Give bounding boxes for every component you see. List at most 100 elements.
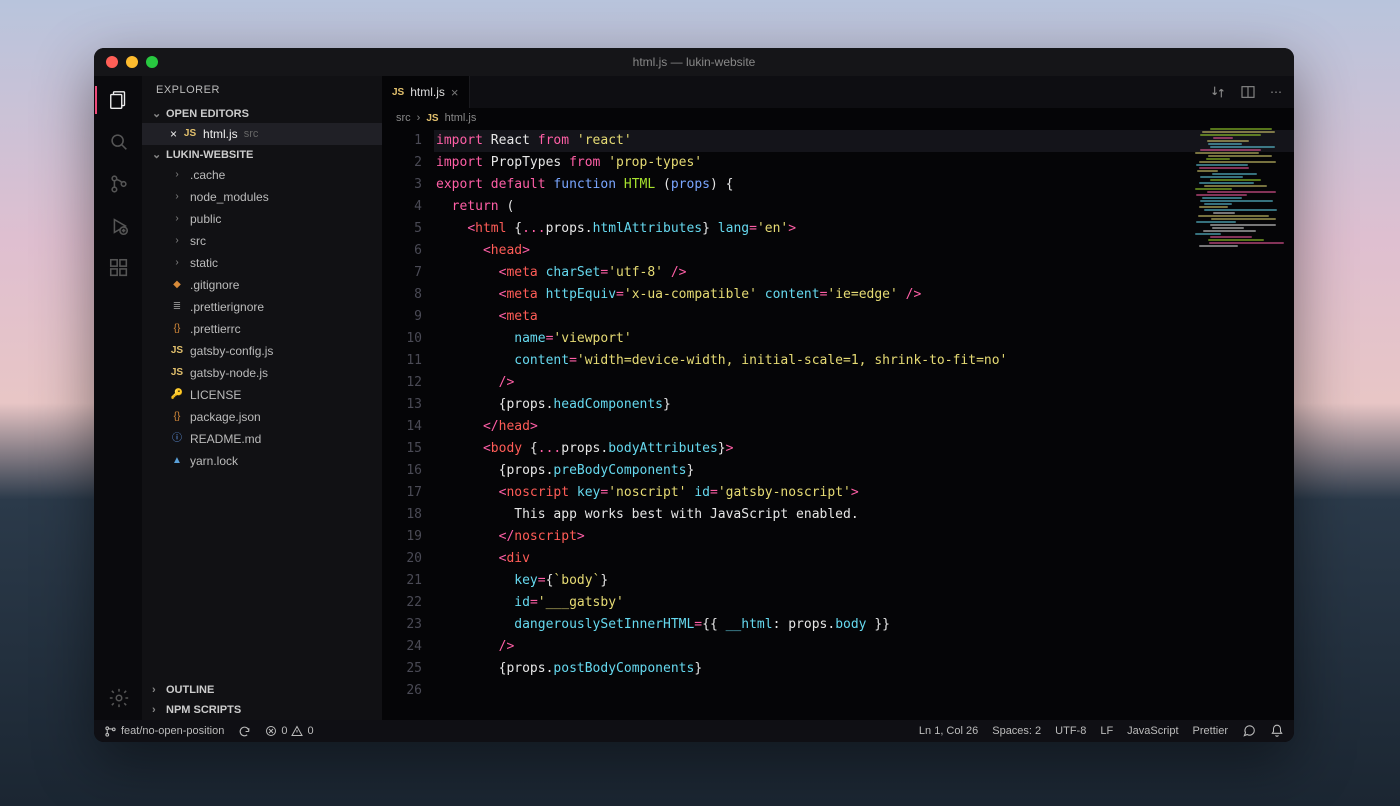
project-header[interactable]: ⌄ LUKIN-WEBSITE	[142, 145, 382, 164]
indentation-status[interactable]: Spaces: 2	[992, 725, 1041, 737]
open-editor-item[interactable]: × JS html.js src	[142, 123, 382, 145]
close-window-button[interactable]	[106, 56, 118, 68]
settings-gear-icon[interactable]	[107, 686, 131, 710]
window-controls	[94, 56, 158, 68]
file-type-icon: ≣	[170, 298, 184, 316]
folder-item[interactable]: › src	[142, 230, 382, 252]
chevron-down-icon: ⌄	[152, 148, 162, 161]
project-label: LUKIN-WEBSITE	[166, 149, 253, 161]
error-count: 0	[281, 725, 287, 737]
zoom-window-button[interactable]	[146, 56, 158, 68]
file-item[interactable]: {} package.json	[142, 406, 382, 428]
file-name: gatsby-config.js	[190, 342, 273, 360]
extensions-icon[interactable]	[107, 256, 131, 280]
tab-label: html.js	[410, 85, 445, 99]
file-item[interactable]: ◆ .gitignore	[142, 274, 382, 296]
search-icon[interactable]	[107, 130, 131, 154]
file-name: static	[190, 254, 218, 272]
line-gutter: 1234567891011121314151617181920212223242…	[382, 128, 434, 720]
close-tab-icon[interactable]: ×	[451, 85, 459, 100]
file-type-icon: ▲	[170, 452, 184, 470]
chevron-right-icon: ›	[170, 232, 184, 250]
branch-name: feat/no-open-position	[121, 725, 224, 737]
open-editors-label: OPEN EDITORS	[166, 108, 249, 120]
language-mode[interactable]: JavaScript	[1127, 725, 1178, 737]
code-content[interactable]: import React from 'react'import PropType…	[434, 128, 1294, 720]
npm-scripts-header[interactable]: › NPM SCRIPTS	[142, 700, 382, 720]
file-name: .gitignore	[190, 276, 239, 294]
tab-bar: JS html.js × ⋯	[382, 76, 1294, 108]
breadcrumb[interactable]: src › JS html.js	[382, 108, 1294, 128]
source-control-icon[interactable]	[107, 172, 131, 196]
folder-item[interactable]: › node_modules	[142, 186, 382, 208]
chevron-right-icon: ›	[152, 684, 162, 696]
file-name: .prettierrc	[190, 320, 241, 338]
file-name: gatsby-node.js	[190, 364, 268, 382]
js-file-icon: JS	[392, 87, 404, 98]
file-type-icon: 🔑	[170, 386, 184, 404]
chevron-right-icon: ›	[170, 210, 184, 228]
compare-changes-icon[interactable]	[1210, 84, 1226, 100]
formatter-status[interactable]: Prettier	[1193, 725, 1228, 737]
editor-area: JS html.js × ⋯ src › JS htm	[382, 76, 1294, 720]
crumb-file[interactable]: html.js	[445, 112, 477, 124]
file-item[interactable]: 🔑 LICENSE	[142, 384, 382, 406]
file-item[interactable]: JS gatsby-config.js	[142, 340, 382, 362]
warning-count: 0	[307, 725, 313, 737]
status-bar: feat/no-open-position 0 0 Ln 1, Col 26 S…	[94, 720, 1294, 742]
sidebar-title: EXPLORER	[142, 76, 382, 104]
crumb-src[interactable]: src	[396, 112, 411, 124]
file-item[interactable]: {} .prettierrc	[142, 318, 382, 340]
file-type-icon: JS	[170, 342, 184, 360]
file-name: public	[190, 210, 221, 228]
file-type-icon: {}	[170, 320, 184, 338]
js-file-icon: JS	[426, 113, 438, 124]
editor-actions: ⋯	[1210, 76, 1294, 108]
activity-bar	[94, 76, 142, 720]
file-item[interactable]: ⓘREADME.md	[142, 428, 382, 450]
file-name: yarn.lock	[190, 452, 238, 470]
debug-icon[interactable]	[107, 214, 131, 238]
encoding-status[interactable]: UTF-8	[1055, 725, 1086, 737]
file-name: .cache	[190, 166, 225, 184]
chevron-right-icon: ›	[170, 254, 184, 272]
outline-header[interactable]: › OUTLINE	[142, 680, 382, 700]
chevron-right-icon: ›	[152, 704, 162, 716]
problems-status[interactable]: 0 0	[265, 725, 313, 737]
minimize-window-button[interactable]	[126, 56, 138, 68]
file-name: package.json	[190, 408, 261, 426]
more-actions-icon[interactable]: ⋯	[1270, 85, 1282, 99]
file-type-icon: JS	[170, 364, 184, 382]
file-type-icon: ◆	[170, 276, 184, 294]
code-area[interactable]: 1234567891011121314151617181920212223242…	[382, 128, 1294, 720]
file-item[interactable]: ≣.prettierignore	[142, 296, 382, 318]
feedback-icon[interactable]	[1242, 724, 1256, 738]
npm-scripts-label: NPM SCRIPTS	[166, 704, 241, 716]
file-name: node_modules	[190, 188, 269, 206]
js-file-icon: JS	[183, 125, 197, 143]
explorer-icon[interactable]	[107, 88, 131, 112]
sync-status-icon[interactable]	[238, 725, 251, 738]
file-type-icon: ⓘ	[170, 430, 184, 448]
chevron-right-icon: ›	[170, 188, 184, 206]
close-file-icon[interactable]: ×	[170, 125, 177, 143]
file-name: src	[190, 232, 206, 250]
vscode-window: html.js — lukin-website	[94, 48, 1294, 742]
chevron-right-icon: ›	[170, 166, 184, 184]
notifications-icon[interactable]	[1270, 724, 1284, 738]
open-editors-header[interactable]: ⌄ OPEN EDITORS	[142, 104, 382, 123]
folder-item[interactable]: › public	[142, 208, 382, 230]
folder-item[interactable]: › .cache	[142, 164, 382, 186]
file-type-icon: {}	[170, 408, 184, 426]
eol-status[interactable]: LF	[1100, 725, 1113, 737]
folder-item[interactable]: › static	[142, 252, 382, 274]
file-item[interactable]: ▲ yarn.lock	[142, 450, 382, 472]
cursor-position[interactable]: Ln 1, Col 26	[919, 725, 978, 737]
open-editor-name: html.js	[203, 125, 238, 143]
tab-html-js[interactable]: JS html.js ×	[382, 76, 470, 108]
file-item[interactable]: JS gatsby-node.js	[142, 362, 382, 384]
git-branch-status[interactable]: feat/no-open-position	[104, 725, 224, 738]
split-editor-icon[interactable]	[1240, 84, 1256, 100]
file-name: LICENSE	[190, 386, 241, 404]
explorer-sidebar: EXPLORER ⌄ OPEN EDITORS × JS html.js src…	[142, 76, 382, 720]
